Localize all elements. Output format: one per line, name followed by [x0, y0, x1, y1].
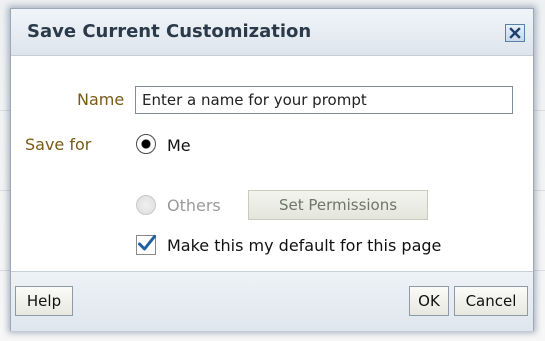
- name-input[interactable]: [135, 86, 513, 114]
- ok-button[interactable]: OK: [409, 286, 449, 316]
- dialog-body: Name Save for Me Others Set Permissions …: [11, 56, 533, 270]
- help-button[interactable]: Help: [15, 286, 73, 316]
- radio-others[interactable]: [136, 195, 156, 215]
- save-customization-dialog: Save Current Customization Name Save for…: [10, 8, 534, 331]
- radio-me-label: Me: [167, 136, 191, 155]
- close-button[interactable]: [505, 24, 525, 42]
- set-permissions-button[interactable]: Set Permissions: [248, 190, 428, 220]
- dialog-title: Save Current Customization: [27, 21, 312, 42]
- default-checkbox-label: Make this my default for this page: [167, 236, 442, 255]
- dialog-title-bar[interactable]: Save Current Customization: [11, 9, 533, 56]
- cancel-button[interactable]: Cancel: [454, 286, 528, 316]
- save-for-label: Save for: [25, 135, 92, 154]
- default-checkbox[interactable]: [136, 235, 156, 255]
- name-label: Name: [77, 90, 125, 109]
- radio-me[interactable]: [136, 134, 156, 154]
- dialog-footer: Help OK Cancel: [11, 271, 533, 331]
- close-x-icon: [509, 27, 521, 39]
- checkmark-icon: [138, 235, 156, 251]
- radio-others-label: Others: [167, 196, 221, 215]
